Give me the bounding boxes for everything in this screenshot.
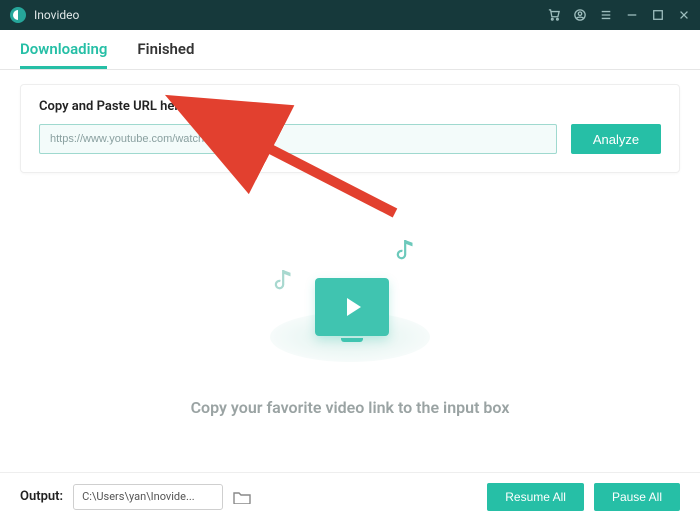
title-right — [548, 9, 690, 21]
cart-icon[interactable] — [548, 9, 560, 21]
tab-finished[interactable]: Finished — [137, 40, 194, 69]
output-label: Output: — [20, 489, 63, 504]
tab-bar: Downloading Finished — [0, 30, 700, 70]
output-path[interactable]: C:\Users\yan\Inovide... — [73, 484, 223, 510]
music-note-icon — [274, 268, 296, 298]
menu-icon[interactable] — [600, 9, 612, 21]
app-window: Inovideo Downloading Finished — [0, 0, 700, 520]
empty-state: Copy your favorite video link to the inp… — [0, 173, 700, 472]
close-icon[interactable] — [678, 9, 690, 21]
play-icon — [315, 278, 389, 336]
empty-message: Copy your favorite video link to the inp… — [191, 398, 510, 417]
analyze-button[interactable]: Analyze — [571, 124, 661, 154]
footer-bar: Output: C:\Users\yan\Inovide... Resume A… — [0, 472, 700, 520]
app-logo-icon — [10, 7, 26, 23]
title-left: Inovideo — [10, 7, 79, 23]
url-input[interactable] — [39, 124, 557, 154]
maximize-icon[interactable] — [652, 9, 664, 21]
titlebar: Inovideo — [0, 0, 700, 30]
output-path-text: C:\Users\yan\Inovide... — [82, 490, 195, 503]
url-card: Copy and Paste URL here: Analyze — [20, 84, 680, 173]
folder-icon[interactable] — [233, 487, 253, 507]
pause-all-button[interactable]: Pause All — [594, 483, 680, 511]
empty-illustration — [260, 228, 440, 368]
tab-downloading[interactable]: Downloading — [20, 40, 107, 69]
music-note-icon — [396, 238, 418, 268]
url-label: Copy and Paste URL here: — [39, 99, 661, 114]
app-title: Inovideo — [34, 8, 79, 22]
minimize-icon[interactable] — [626, 9, 638, 21]
account-icon[interactable] — [574, 9, 586, 21]
url-row: Analyze — [39, 124, 661, 154]
resume-all-button[interactable]: Resume All — [487, 483, 584, 511]
